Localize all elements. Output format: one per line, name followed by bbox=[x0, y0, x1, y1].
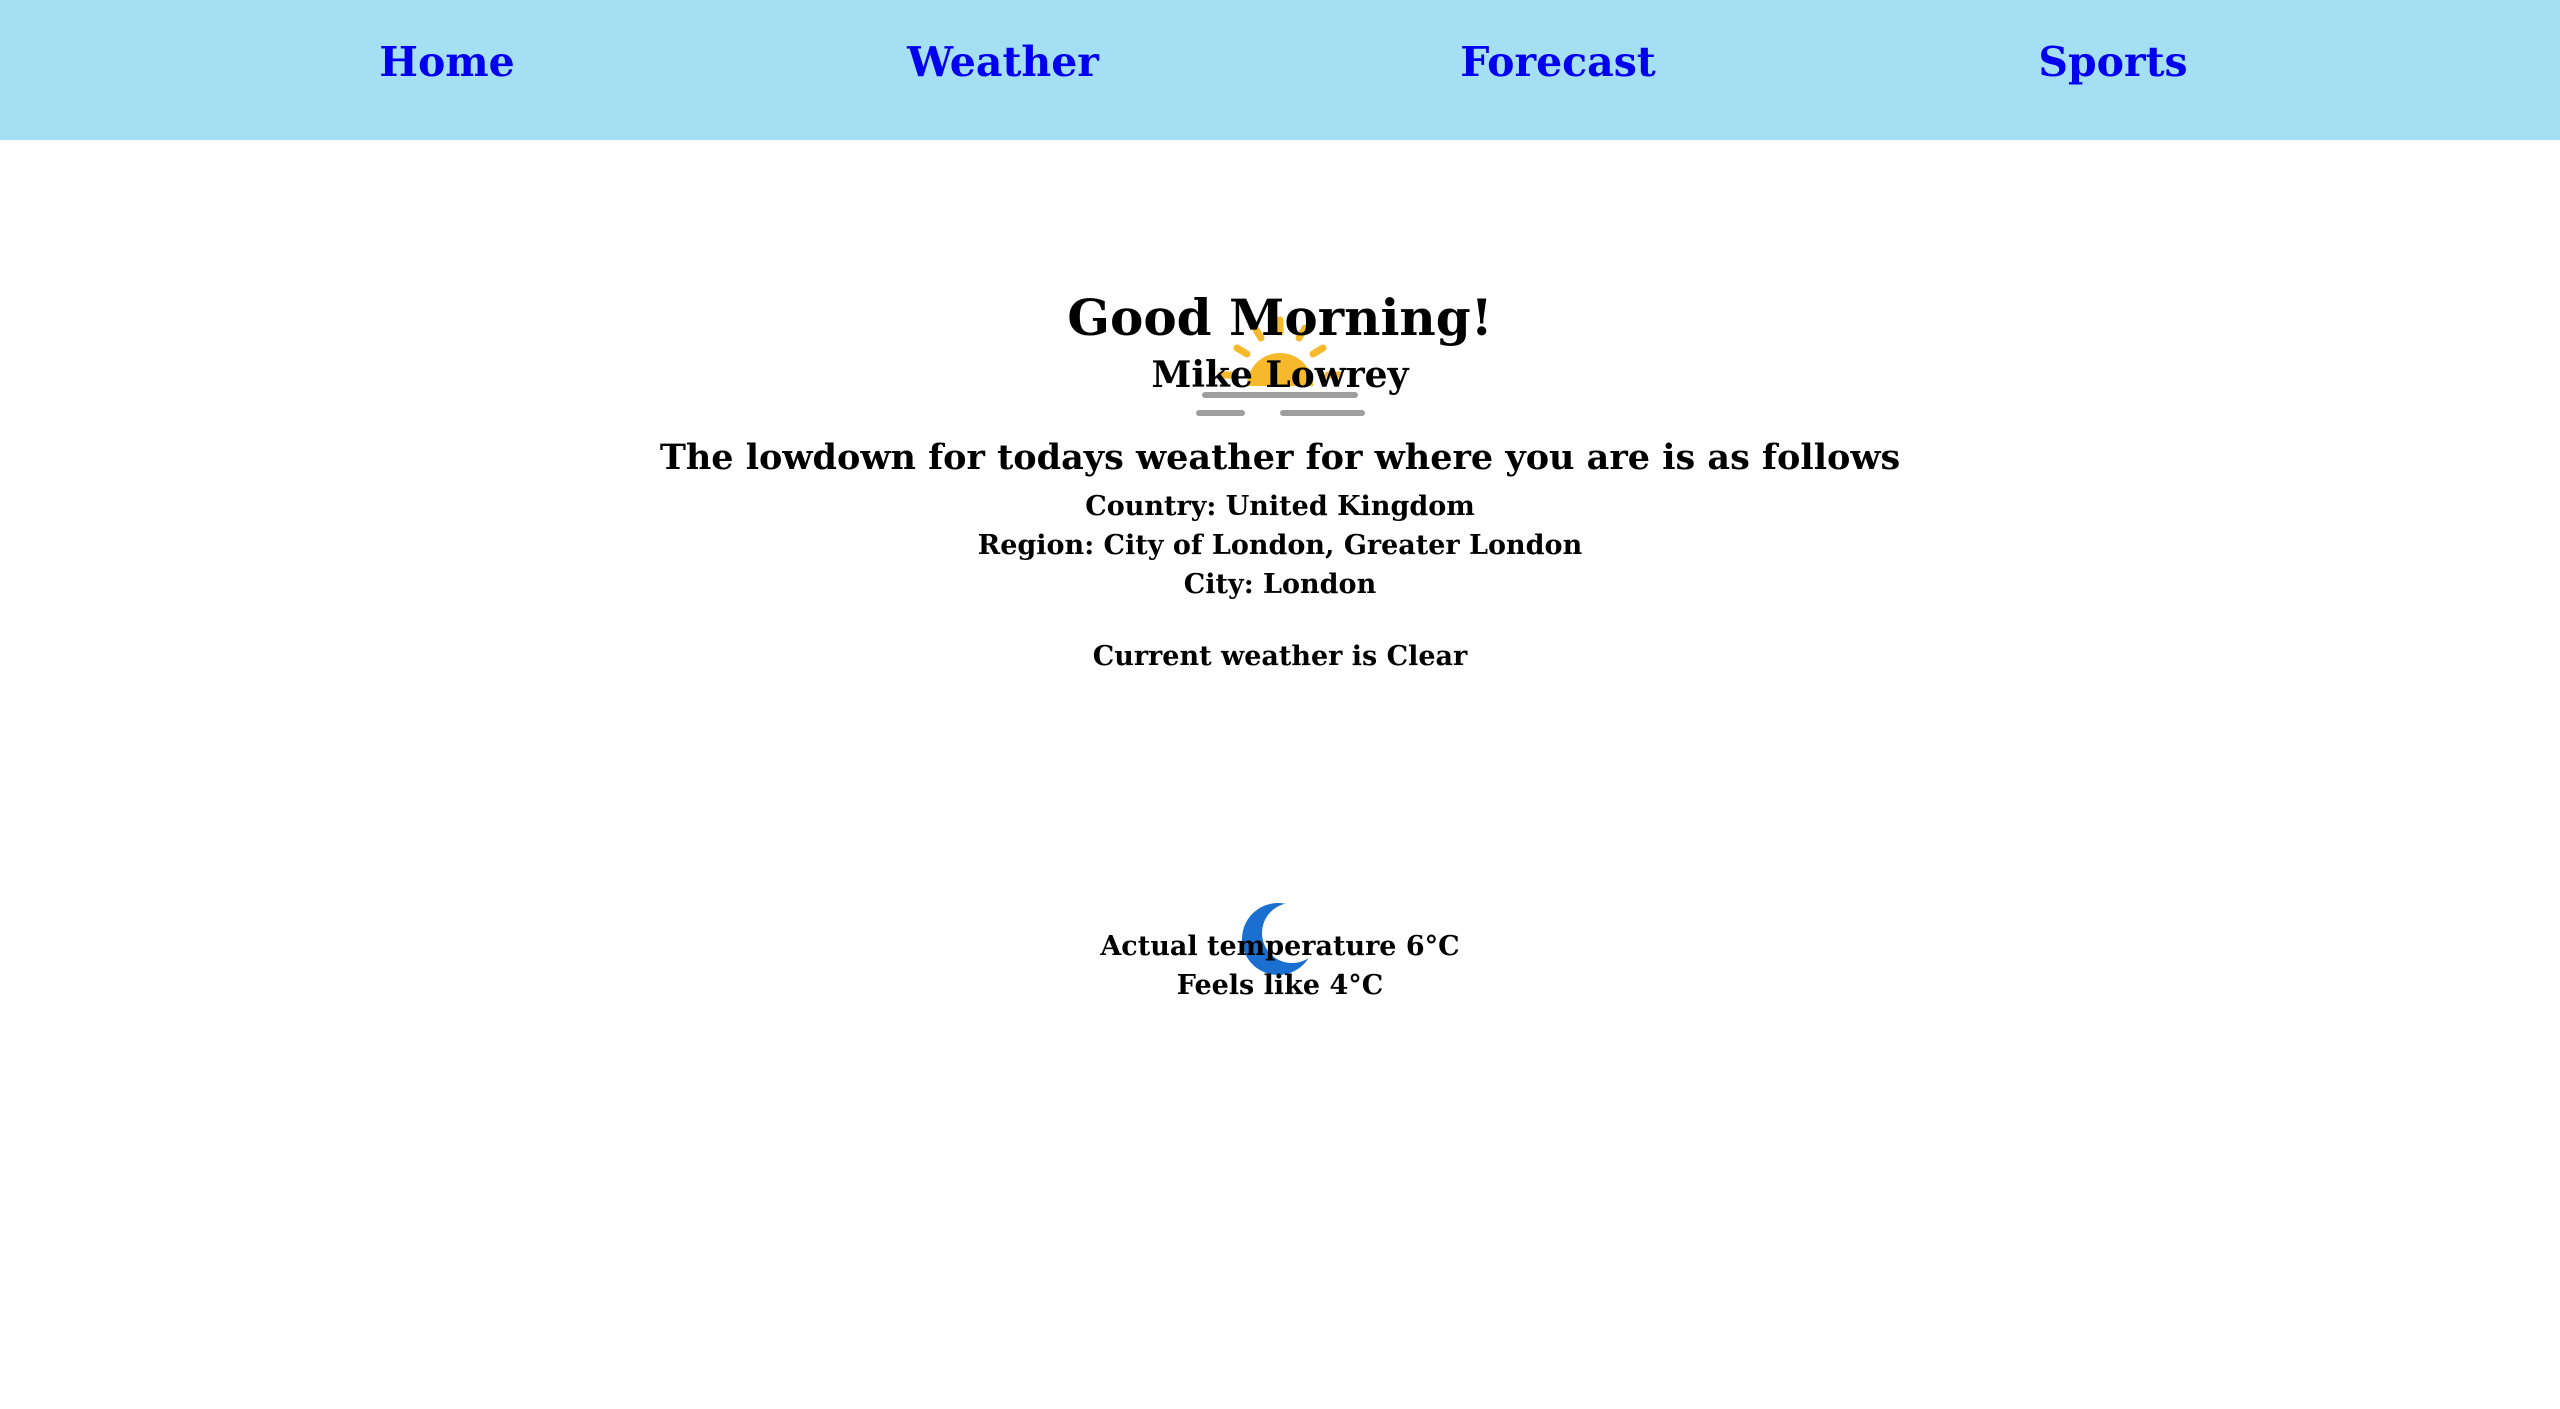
top-navbar: Home Weather Forecast Sports bbox=[0, 0, 2560, 140]
location-country: Country: United Kingdom bbox=[1085, 491, 1475, 522]
current-weather: Current weather is Clear bbox=[1092, 641, 1468, 672]
user-name: Mike Lowrey bbox=[1151, 354, 1409, 396]
location-heading: The lowdown for todays weather for where… bbox=[659, 437, 1901, 478]
actual-temperature: Actual temperature 6°C bbox=[1100, 931, 1460, 962]
location-city: City: London bbox=[1183, 569, 1377, 600]
greeting-title: Good Morning! bbox=[1067, 288, 1493, 347]
feels-like-temperature: Feels like 4°C bbox=[1176, 970, 1384, 1001]
location-region: Region: City of London, Greater London bbox=[977, 530, 1583, 561]
nav-sports-link[interactable]: Sports bbox=[1963, 38, 2263, 86]
main-content: Good Morning! Mike Lowrey The lowdown fo… bbox=[0, 140, 2560, 1409]
nav-forecast-link[interactable]: Forecast bbox=[1408, 38, 1708, 86]
nav-weather-link[interactable]: Weather bbox=[853, 38, 1153, 86]
nav-home-link[interactable]: Home bbox=[297, 38, 597, 86]
